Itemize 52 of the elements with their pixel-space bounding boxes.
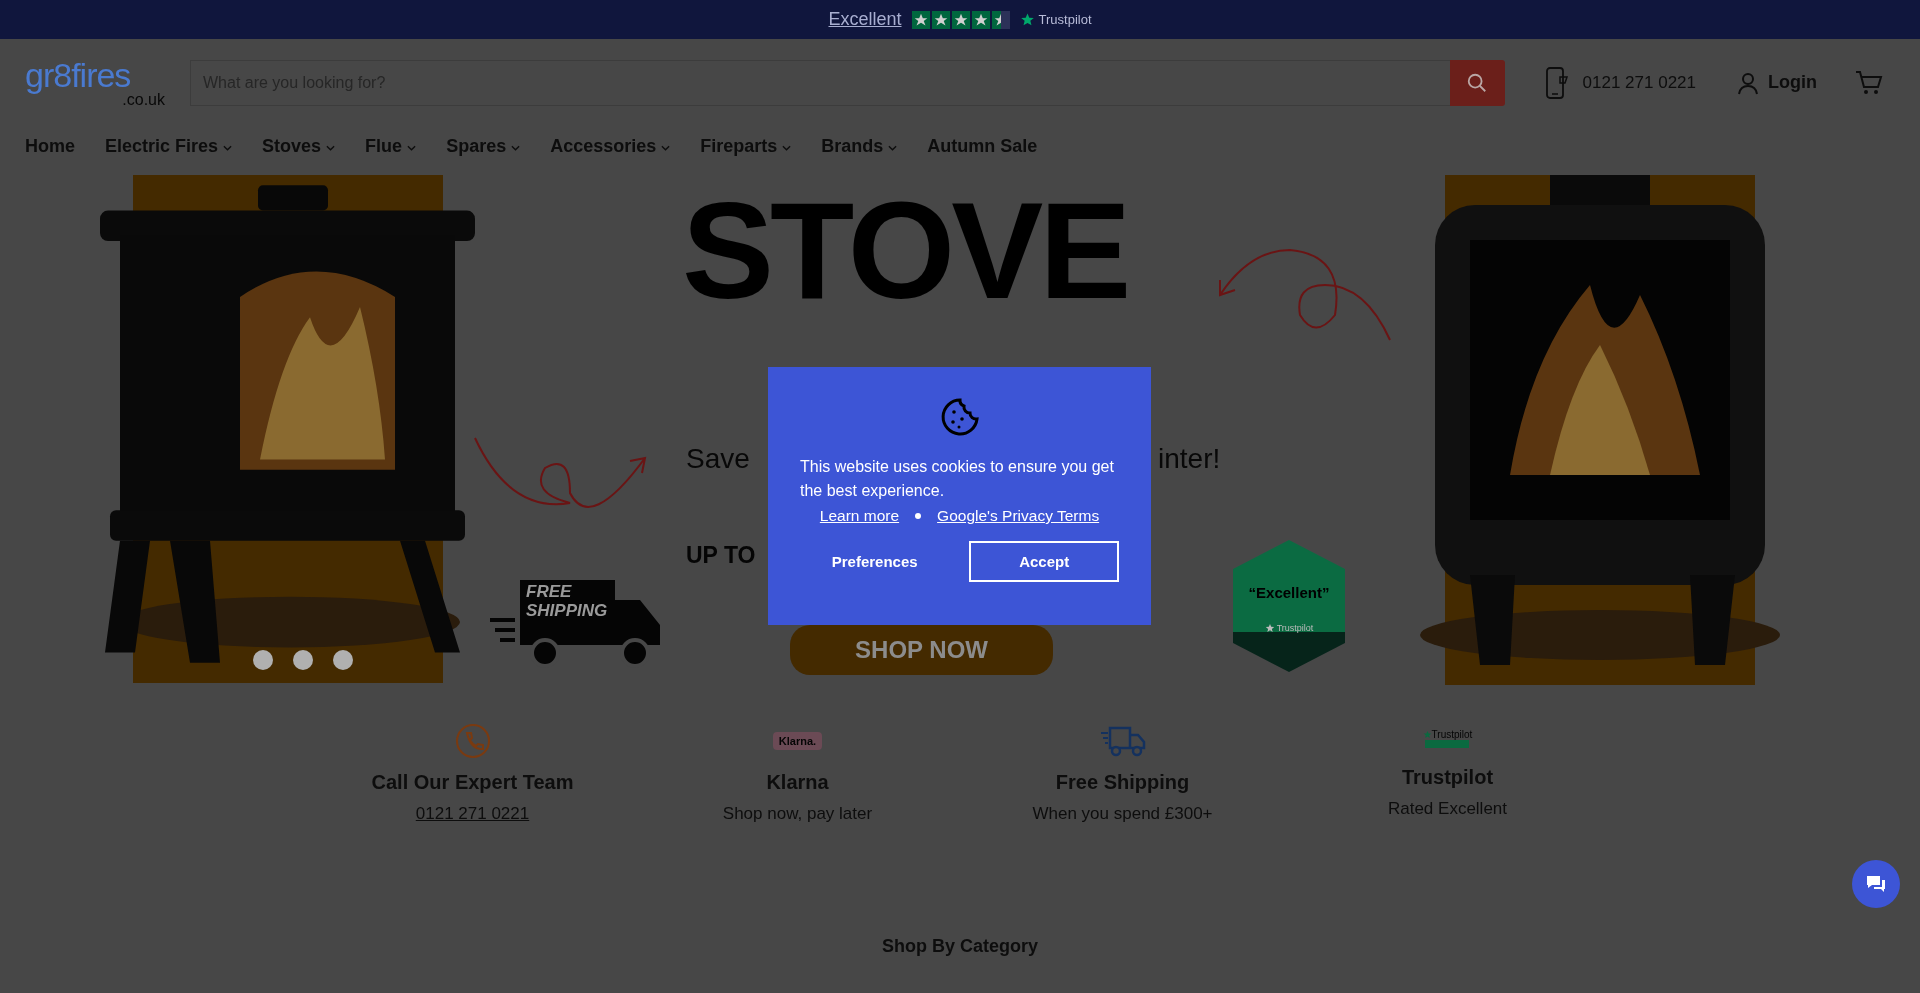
nav-item[interactable]: Spares [446,135,521,157]
phone-link[interactable]: 0121 271 0221 [415,804,530,824]
section-heading: Shop By Category [881,936,1039,957]
nav-item[interactable]: Home [25,135,75,157]
nav-item[interactable]: Fireparts [700,135,792,157]
cookie-link[interactable]: Learn more [819,507,900,525]
site-logo[interactable]: gr8fires .co.uk [25,57,165,108]
login-link[interactable]: Login [1768,72,1817,93]
feature-subtitle: When you spend £300+ [1032,804,1213,824]
caret-icon [326,144,336,151]
caret-icon [511,144,521,151]
search-button[interactable] [1449,59,1505,106]
caret-icon [407,144,417,151]
cookie-icon [939,397,980,437]
nav-item[interactable]: Brands [821,135,898,157]
bullet-separator [915,513,922,519]
feature-subtitle: Shop now, pay later [722,804,873,824]
caret-icon [661,144,671,151]
brand-name: Trustpilot [1038,12,1092,27]
phone-number[interactable]: 0121 271 0221 [1582,72,1696,93]
rating-link[interactable]: Excellent [828,9,902,30]
caret-icon [888,144,898,151]
caret-icon [782,144,792,151]
feature-title: Trustpilot [1401,766,1494,789]
banner-tagline: Save [686,443,750,475]
banner-headline: STOVE [682,175,1128,327]
nav-item[interactable]: Accessories [550,135,671,157]
star-icon [1019,12,1035,27]
truck-icon [1099,725,1146,757]
klarna-logo: Klarna. [772,732,823,750]
mobile-phone-icon [1544,66,1569,99]
phone-icon [454,723,491,759]
feature-title: Free Shipping [1055,771,1190,794]
cookie-message: This website uses cookies to ensure you get the best experience. [800,457,1115,501]
shop-now-button[interactable]: SHOP NOW [790,625,1053,675]
nav-item[interactable]: Flue [365,135,417,157]
accept-button[interactable]: Accept [969,541,1119,582]
rating-badge: “Excellent” Trustpilot [1233,540,1345,672]
cookie-link[interactable]: Google's Privacy Terms [937,507,1100,525]
banner-discount-label: UP TO [686,542,756,569]
nav-item[interactable]: Stoves [262,135,336,157]
feature-title: Call Our Expert Team [371,771,574,794]
search-icon [1466,71,1489,94]
caret-icon [223,144,233,151]
banner-tagline: inter! [1158,443,1221,475]
nav-item[interactable]: Electric Fires [105,135,233,157]
feature-title: Klarna [766,771,829,794]
chat-button[interactable] [1852,860,1900,908]
preferences-button[interactable]: Preferences [800,541,950,582]
nav-item[interactable]: Autumn Sale [927,135,1038,157]
trustpilot-logo: Trustpilot [1422,729,1473,748]
feature-subtitle: Rated Excellent [1387,799,1508,819]
